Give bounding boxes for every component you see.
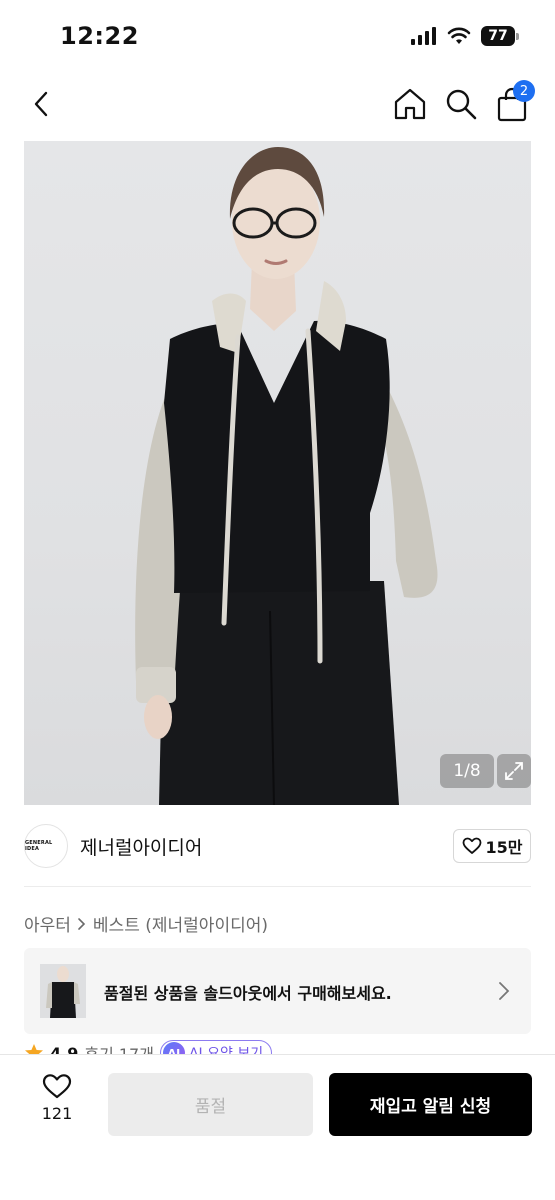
chevron-right-icon — [78, 917, 86, 930]
status-bar: 12:22 77 — [0, 0, 555, 72]
product-photo — [135, 147, 438, 805]
battery-tip — [516, 32, 519, 40]
chevron-left-icon — [34, 91, 48, 117]
breadcrumb-subcategory[interactable]: 베스트 (제너럴아이디어) — [93, 911, 268, 936]
expand-icon — [505, 762, 523, 780]
home-icon — [394, 88, 426, 120]
image-counter: 1/8 — [440, 754, 494, 788]
bottom-action-bar: 121 품절 재입고 알림 신청 — [0, 1054, 555, 1200]
breadcrumb: 아우터 베스트 (제너럴아이디어) — [24, 911, 268, 936]
cellular-signal-icon — [411, 27, 436, 45]
wishlist-count: 121 — [41, 1104, 73, 1123]
top-nav: 2 — [0, 78, 555, 132]
brand-like-count: 15만 — [485, 838, 523, 857]
status-icons: 77 — [411, 26, 519, 46]
battery-level: 77 — [481, 26, 515, 46]
heart-icon — [42, 1074, 72, 1099]
divider — [24, 886, 531, 887]
cart-count-badge: 2 — [513, 80, 535, 102]
brand-like-button[interactable]: 15만 — [453, 829, 531, 863]
product-image-carousel[interactable]: 1/8 — [24, 141, 531, 805]
wishlist-button[interactable]: 121 — [30, 1073, 84, 1137]
cart-button[interactable]: 2 — [494, 80, 535, 124]
heart-icon — [462, 837, 481, 854]
chevron-right-icon — [499, 982, 510, 1000]
brand-name[interactable]: 제너럴아이디어 — [80, 833, 202, 860]
status-time: 12:22 — [60, 22, 139, 50]
brand-logo[interactable]: GENERAL IDEA — [24, 824, 68, 868]
soldout-button[interactable]: 품절 — [108, 1073, 313, 1136]
restock-alert-button[interactable]: 재입고 알림 신청 — [329, 1073, 532, 1136]
back-button[interactable] — [26, 86, 56, 122]
expand-image-button[interactable] — [497, 754, 531, 788]
wifi-icon — [447, 27, 471, 44]
battery-indicator: 77 — [481, 26, 519, 46]
promo-text: 품절된 상품을 솔드아웃에서 구매해보세요. — [104, 984, 392, 1003]
search-button[interactable] — [443, 86, 479, 122]
brand-row: GENERAL IDEA 제너럴아이디어 15만 — [24, 822, 531, 870]
promo-thumbnail — [40, 964, 86, 1018]
breadcrumb-category[interactable]: 아우터 — [24, 911, 71, 936]
soldout-promo-banner[interactable]: 품절된 상품을 솔드아웃에서 구매해보세요. — [24, 948, 531, 1034]
search-icon — [446, 89, 477, 120]
home-button[interactable] — [392, 86, 428, 122]
